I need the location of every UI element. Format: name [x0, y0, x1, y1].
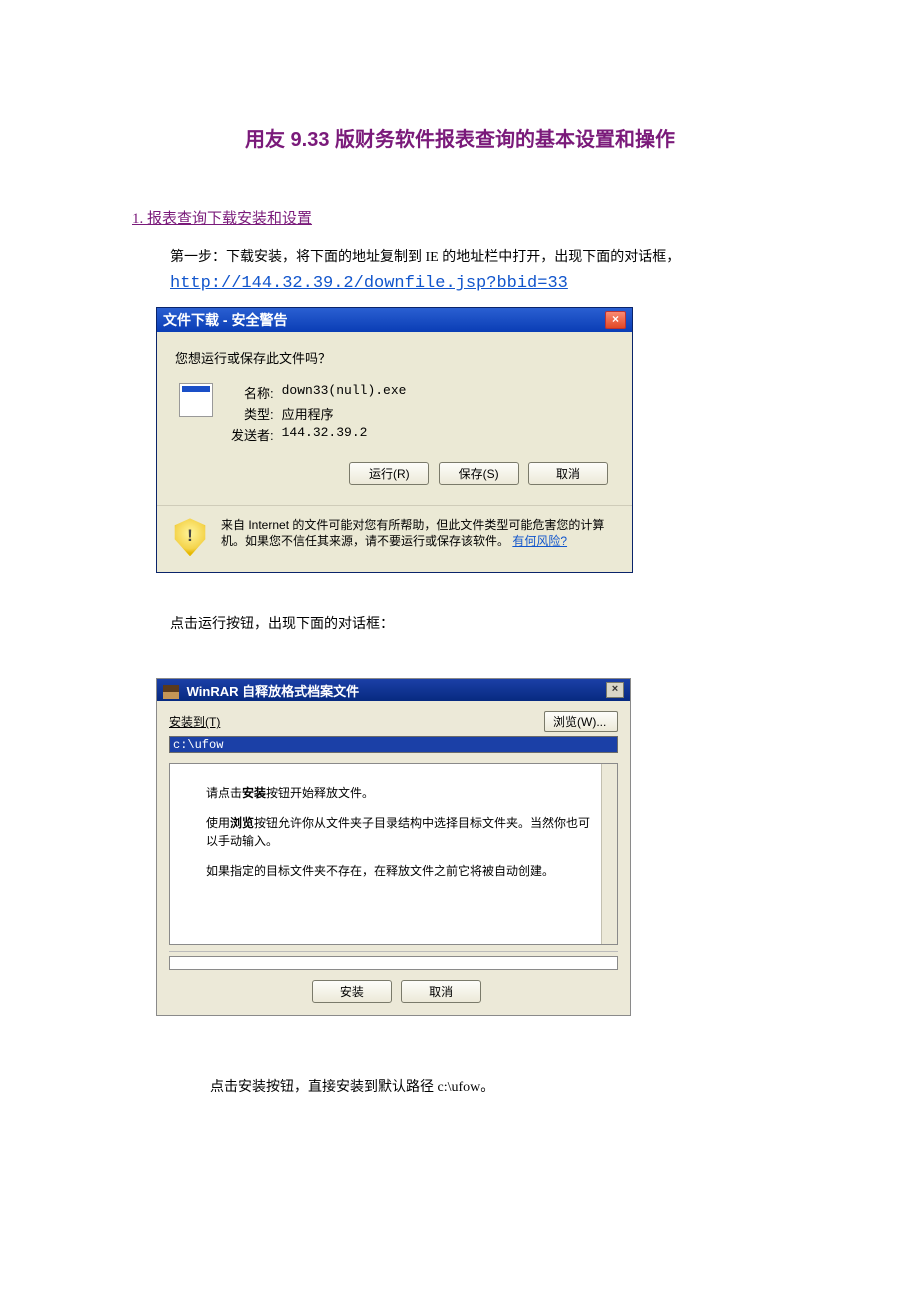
dialog-titlebar: WinRAR 自释放格式档案文件 ×	[157, 679, 630, 701]
dialog-title-text: WinRAR 自释放格式档案文件	[187, 684, 360, 699]
value-type: 应用程序	[282, 404, 407, 423]
cancel-button[interactable]: 取消	[528, 462, 608, 485]
separator	[169, 951, 618, 952]
label-type: 类型:	[231, 404, 274, 423]
panel-paragraph-3: 如果指定的目标文件夹不存在，在释放文件之前它将被自动创建。	[206, 862, 599, 880]
close-icon[interactable]: ×	[605, 311, 626, 329]
dialog-button-row: 运行(R) 保存(S) 取消	[175, 462, 614, 485]
section-heading: 1. 报表查询下载安装和设置	[132, 207, 790, 228]
value-name: down33(null).exe	[282, 383, 407, 402]
install-to-row: 安装到(T) 浏览(W)...	[169, 711, 618, 732]
progress-bar	[169, 956, 618, 970]
shield-warning-icon	[173, 518, 207, 556]
dialog-footer: 来自 Internet 的文件可能对您有所帮助，但此文件类型可能危害您的计算机。…	[157, 505, 632, 572]
winrar-icon	[163, 685, 179, 699]
file-meta-grid: 名称: down33(null).exe 类型: 应用程序 发送者: 144.3…	[231, 383, 406, 444]
dialog-titlebar: 文件下载 - 安全警告 ×	[157, 308, 632, 332]
label-sender: 发送者:	[231, 425, 274, 444]
winrar-sfx-dialog: WinRAR 自释放格式档案文件 × 安装到(T) 浏览(W)... c:\uf…	[156, 678, 631, 1016]
p2-bold: 浏览	[230, 816, 254, 830]
panel-paragraph-2: 使用浏览按钮允许你从文件夹子目录结构中选择目标文件夹。当然你也可以手动输入。	[206, 814, 599, 850]
install-button[interactable]: 安装	[312, 980, 392, 1003]
dialog-question: 您想运行或保存此文件吗？	[175, 348, 614, 367]
file-download-dialog: 文件下载 - 安全警告 × 您想运行或保存此文件吗？ 名称: down33(nu…	[156, 307, 633, 573]
install-path-input[interactable]: c:\ufow	[169, 736, 618, 753]
p2-post: 按钮允许你从文件夹子目录结构中选择目标文件夹。当然你也可以手动输入。	[206, 816, 590, 848]
document-page: 用友 9.33 版财务软件报表查询的基本设置和操作 1. 报表查询下载安装和设置…	[0, 0, 920, 1302]
file-info-block: 名称: down33(null).exe 类型: 应用程序 发送者: 144.3…	[175, 383, 614, 444]
dialog-footer-text: 来自 Internet 的文件可能对您有所帮助，但此文件类型可能危害您的计算机。…	[221, 518, 616, 549]
dialog-body: 您想运行或保存此文件吗？ 名称: down33(null).exe 类型: 应用…	[157, 332, 632, 505]
exe-file-icon	[179, 383, 213, 417]
titlebar-left: WinRAR 自释放格式档案文件	[163, 681, 359, 700]
risk-link[interactable]: 有何风险?	[512, 534, 567, 548]
close-icon[interactable]: ×	[606, 682, 624, 698]
step-1-text: 第一步：下载安装，将下面的地址复制到 IE 的地址栏中打开，出现下面的对话框，	[170, 246, 790, 266]
p2-pre: 使用	[206, 816, 230, 830]
panel-scrollbar[interactable]	[601, 764, 617, 944]
document-title: 用友 9.33 版财务软件报表查询的基本设置和操作	[130, 123, 790, 152]
p1-post: 按钮开始释放文件。	[266, 786, 374, 800]
install-to-label: 安装到(T)	[169, 713, 536, 730]
save-button[interactable]: 保存(S)	[439, 462, 519, 485]
browse-button[interactable]: 浏览(W)...	[544, 711, 618, 732]
dialog-button-row: 安装 取消	[169, 980, 618, 1013]
cancel-button[interactable]: 取消	[401, 980, 481, 1003]
dialog-title-text: 文件下载 - 安全警告	[163, 310, 287, 330]
panel-paragraph-1: 请点击安装按钮开始释放文件。	[206, 784, 599, 802]
label-name: 名称:	[231, 383, 274, 402]
p1-bold: 安装	[242, 786, 266, 800]
dialog-body: 安装到(T) 浏览(W)... c:\ufow 请点击安装按钮开始释放文件。 使…	[157, 701, 630, 1015]
intermediate-text: 点击运行按钮，出现下面的对话框：	[170, 613, 790, 633]
final-text: 点击安装按钮，直接安装到默认路径 c:\ufow。	[210, 1076, 790, 1096]
value-sender: 144.32.39.2	[282, 425, 407, 444]
download-url-link[interactable]: http://144.32.39.2/downfile.jsp?bbid=33	[170, 274, 790, 293]
p1-pre: 请点击	[206, 786, 242, 800]
info-panel: 请点击安装按钮开始释放文件。 使用浏览按钮允许你从文件夹子目录结构中选择目标文件…	[169, 763, 618, 945]
run-button[interactable]: 运行(R)	[349, 462, 429, 485]
